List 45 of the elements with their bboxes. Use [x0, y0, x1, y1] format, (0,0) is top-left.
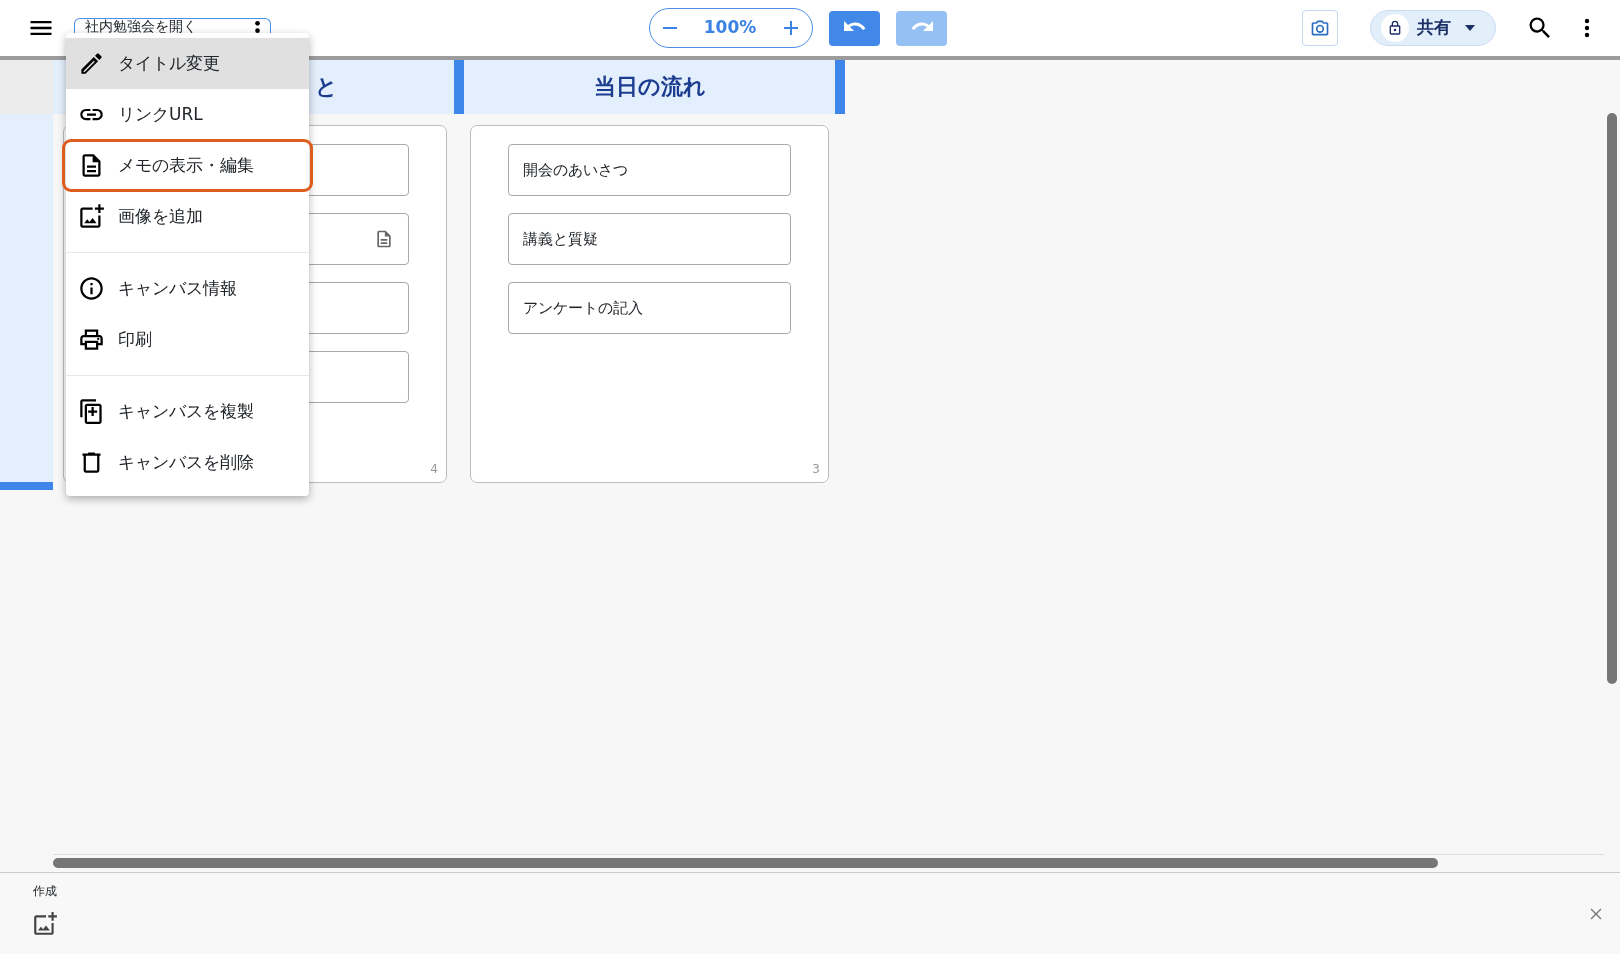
- camera-button[interactable]: [1302, 10, 1338, 46]
- title-text: 社内勉強会を開く: [85, 19, 197, 34]
- menu-item[interactable]: キャンバスを複製: [66, 386, 309, 437]
- column-title: 当日の流れ: [593, 74, 706, 99]
- card[interactable]: 開会のあいさつ: [508, 144, 791, 196]
- image-add-icon: [78, 203, 105, 230]
- panel-label: 作成: [33, 883, 57, 900]
- card-count: 3: [812, 461, 820, 478]
- copy-icon: [78, 398, 105, 425]
- menu-item[interactable]: リンクURL: [66, 89, 309, 140]
- more-icon: [255, 21, 260, 33]
- printer-icon: [78, 326, 105, 353]
- more-button[interactable]: [1584, 18, 1590, 38]
- close-button[interactable]: [1589, 907, 1603, 921]
- more-icon: [1584, 18, 1590, 38]
- menu-item[interactable]: キャンバス情報: [66, 263, 309, 314]
- card-text: 開会のあいさつ: [523, 159, 628, 181]
- close-icon: [1590, 908, 1602, 920]
- camera-icon: [1310, 18, 1330, 38]
- image-add-icon: [32, 911, 58, 937]
- vertical-scrollbar[interactable]: [1607, 113, 1617, 684]
- undo-button[interactable]: [829, 10, 880, 46]
- menu-item[interactable]: メモの表示・編集: [63, 140, 312, 191]
- card-count: 4: [430, 461, 438, 478]
- column-title: と: [315, 74, 338, 99]
- horizontal-scrollbar[interactable]: [53, 858, 1438, 868]
- header-strip: [0, 60, 53, 114]
- menu-item[interactable]: キャンバスを削除: [66, 437, 309, 488]
- info-icon: [78, 275, 105, 302]
- card-text: 講義と質疑: [523, 228, 598, 250]
- zoom-level: 100%: [703, 16, 757, 40]
- zoom-in-button[interactable]: [782, 20, 799, 36]
- menu-item[interactable]: タイトル変更: [66, 38, 309, 89]
- minus-icon: [663, 27, 678, 29]
- caret-icon: [1465, 25, 1475, 31]
- plus-icon: [782, 20, 799, 36]
- add-image-button[interactable]: [32, 911, 58, 937]
- card[interactable]: アンケートの記入: [508, 282, 791, 334]
- lock-icon: [1387, 20, 1403, 36]
- share-button[interactable]: 共有: [1370, 10, 1496, 46]
- card-text: アンケートの記入: [523, 297, 643, 319]
- menu-item[interactable]: 印刷: [66, 314, 309, 365]
- menu-item[interactable]: 画像を追加: [66, 191, 309, 242]
- card[interactable]: 講義と質疑: [508, 213, 791, 265]
- document-icon: [374, 228, 394, 250]
